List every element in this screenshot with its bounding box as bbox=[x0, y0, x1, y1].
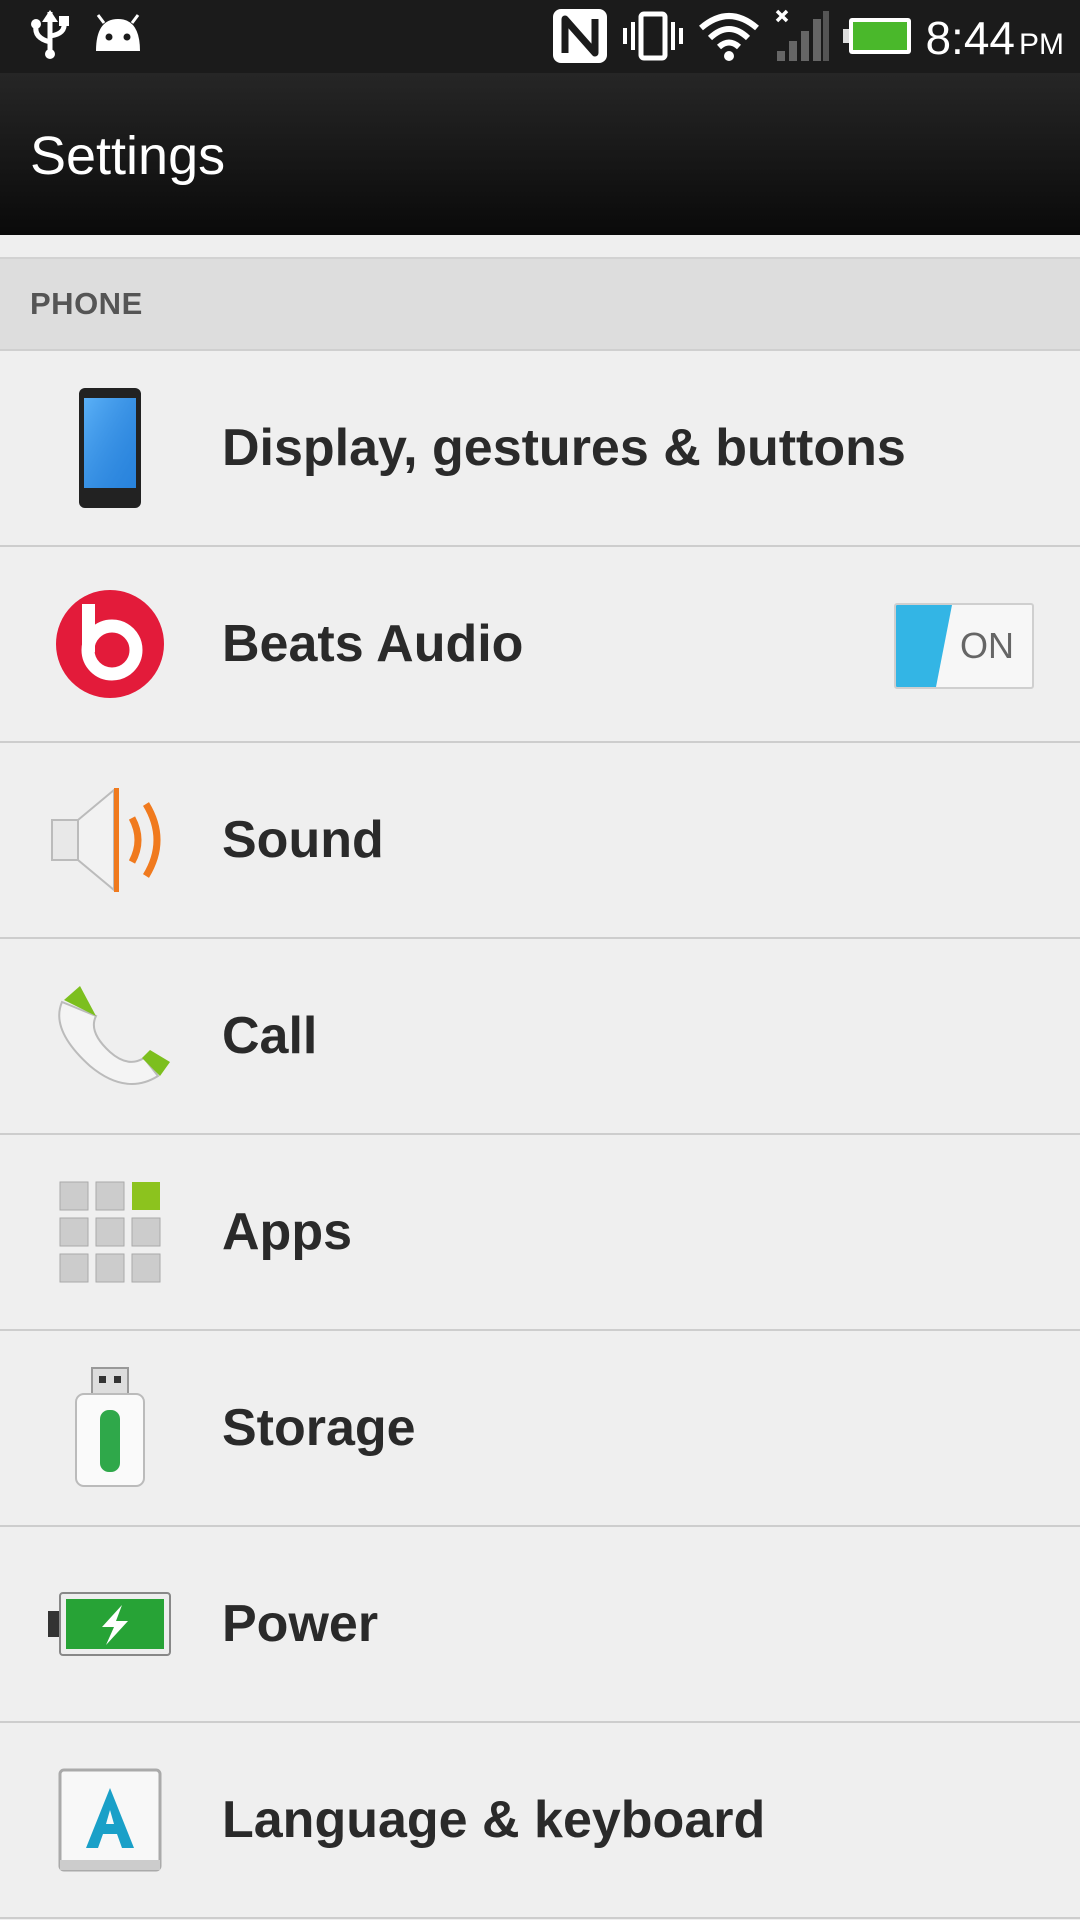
settings-item-label: Sound bbox=[222, 811, 384, 869]
status-right-icons: 8:44 PM bbox=[551, 8, 1064, 68]
action-bar: Settings bbox=[0, 73, 1080, 237]
settings-item-label: Apps bbox=[222, 1203, 352, 1261]
settings-item-sound[interactable]: Sound bbox=[0, 743, 1080, 939]
settings-item-label: Storage bbox=[222, 1399, 416, 1457]
usb-icon bbox=[28, 8, 72, 65]
settings-item-apps[interactable]: Apps bbox=[0, 1135, 1080, 1331]
settings-item-beats-audio[interactable]: Beats Audio ON bbox=[0, 547, 1080, 743]
battery-icon bbox=[843, 16, 913, 61]
vibrate-icon bbox=[621, 10, 685, 67]
usb-storage-icon bbox=[40, 1367, 180, 1487]
status-left-icons bbox=[28, 8, 144, 65]
signal-icon bbox=[773, 7, 831, 70]
status-time: 8:44 PM bbox=[925, 12, 1064, 64]
status-ampm: PM bbox=[1019, 28, 1064, 61]
nfc-icon bbox=[551, 7, 609, 70]
beats-icon bbox=[40, 589, 180, 699]
beats-audio-toggle[interactable]: ON bbox=[894, 603, 1034, 689]
settings-item-display[interactable]: Display, gestures & buttons bbox=[0, 351, 1080, 547]
settings-item-storage[interactable]: Storage bbox=[0, 1331, 1080, 1527]
language-keyboard-icon bbox=[40, 1765, 180, 1875]
settings-item-label: Call bbox=[222, 1007, 318, 1065]
apps-grid-icon bbox=[40, 1177, 180, 1287]
settings-item-power[interactable]: Power bbox=[0, 1527, 1080, 1723]
list-top-strip bbox=[0, 235, 1080, 259]
wifi-icon bbox=[697, 10, 761, 67]
android-icon bbox=[92, 13, 144, 60]
settings-item-label: Language & keyboard bbox=[222, 1791, 766, 1849]
settings-item-label: Power bbox=[222, 1595, 379, 1653]
page-title: Settings bbox=[30, 126, 226, 186]
toggle-state-label: ON bbox=[960, 625, 1014, 666]
section-header-phone: PHONE bbox=[0, 259, 1080, 351]
settings-item-label: Beats Audio bbox=[222, 615, 524, 673]
status-bar: 8:44 PM bbox=[0, 0, 1080, 73]
settings-item-language-keyboard[interactable]: Language & keyboard bbox=[0, 1723, 1080, 1919]
settings-list: PHONE Display, gestures & buttons Beats … bbox=[0, 235, 1080, 1919]
settings-item-label: Display, gestures & buttons bbox=[222, 419, 906, 477]
battery-power-icon bbox=[40, 1569, 180, 1679]
phone-icon bbox=[40, 981, 180, 1091]
speaker-icon bbox=[40, 785, 180, 895]
display-icon bbox=[40, 388, 180, 508]
settings-item-call[interactable]: Call bbox=[0, 939, 1080, 1135]
